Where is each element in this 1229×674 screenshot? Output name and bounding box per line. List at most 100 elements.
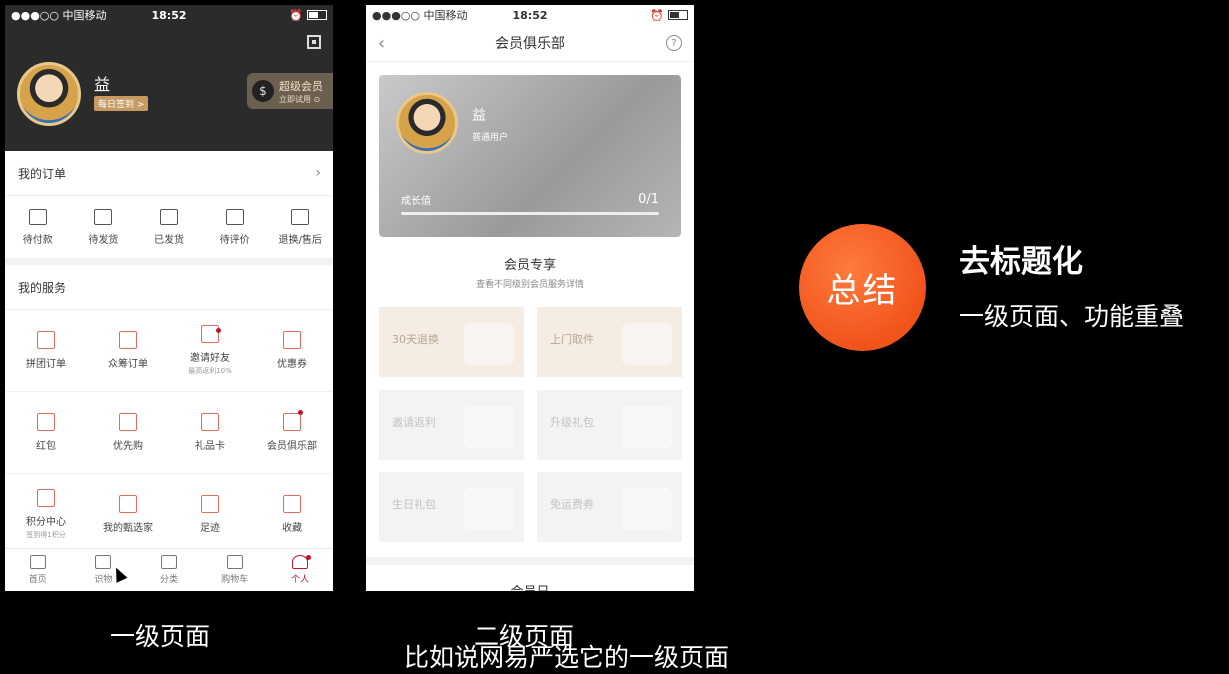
- vip-trial: 立即试用 ⊙: [279, 94, 321, 104]
- service-item[interactable]: 优先购: [87, 392, 169, 474]
- order-item[interactable]: 待评价: [202, 196, 268, 258]
- order-item-label: 待付款: [22, 234, 53, 246]
- service-item[interactable]: 优惠券: [251, 310, 333, 392]
- daily-checkin-button[interactable]: 每日签到 >: [94, 96, 149, 111]
- exclusive-subtitle[interactable]: 查看不同级别会员服务详情: [366, 277, 694, 290]
- service-item[interactable]: 足迹: [169, 474, 251, 556]
- service-item[interactable]: 积分中心签到得1积分: [5, 474, 87, 556]
- tab-discover[interactable]: 识物: [71, 549, 137, 591]
- service-item-label: 邀请好友: [190, 353, 230, 364]
- perk-upgrade-gift[interactable]: 升级礼包: [537, 390, 682, 460]
- coupon-icon: [283, 331, 301, 349]
- tab-label: 分类: [159, 575, 178, 585]
- status-bar: ●●●○○ 中国移动 18:52 ⏰: [366, 5, 694, 25]
- profile-header: ●●●○○ 中国移动 18:52 ⏰ 益 每日签到 > $ 超级会员 立即试用 …: [5, 5, 333, 151]
- order-item-label: 已发货: [153, 234, 184, 246]
- growth-label: 成长值: [401, 196, 431, 207]
- refund-icon: [291, 208, 310, 225]
- time-label: 18:52: [151, 8, 187, 22]
- box-icon: [94, 208, 113, 225]
- crowdfund-icon: [119, 331, 137, 349]
- member-name: 益: [472, 108, 486, 124]
- perk-label: 30天退换: [392, 333, 439, 346]
- service-item[interactable]: 我的甄选家: [87, 474, 169, 556]
- service-item-label: 足迹: [200, 523, 220, 534]
- member-card[interactable]: 益 普通用户 成长值 0/1: [379, 75, 681, 237]
- service-item-label: 会员俱乐部: [267, 441, 317, 452]
- summary-badge: 总结: [799, 224, 926, 351]
- help-icon[interactable]: ?: [666, 35, 682, 51]
- service-item-label: 优惠券: [277, 359, 307, 370]
- my-services-title: 我的服务: [18, 280, 67, 295]
- service-item[interactable]: 红包: [5, 392, 87, 474]
- perk-pickup[interactable]: 上门取件: [537, 307, 682, 377]
- battery-icon: [668, 10, 688, 20]
- qrcode-icon[interactable]: [307, 35, 321, 49]
- status-bar: ●●●○○ 中国移动 18:52 ⏰: [5, 5, 333, 25]
- my-orders-header[interactable]: 我的订单 ›: [5, 151, 333, 196]
- tab-label: 首页: [28, 575, 47, 585]
- service-item[interactable]: 众筹订单: [87, 310, 169, 392]
- order-item[interactable]: 待付款: [5, 196, 71, 258]
- perk-birthday-gift[interactable]: 生日礼包: [379, 472, 524, 542]
- perk-free-shipping[interactable]: 免运费券: [537, 472, 682, 542]
- home-icon: [29, 555, 46, 569]
- red-packet-icon: [37, 413, 55, 431]
- tab-cart[interactable]: 购物车: [202, 549, 268, 591]
- tab-home[interactable]: 首页: [5, 549, 71, 591]
- order-item[interactable]: 已发货: [136, 196, 202, 258]
- service-item-label: 优先购: [113, 441, 143, 452]
- my-orders-title: 我的订单: [18, 166, 67, 181]
- avatar[interactable]: [17, 62, 81, 126]
- username: 益: [94, 75, 111, 94]
- service-item-label: 积分中心: [26, 517, 66, 528]
- caption-level1: 一级页面: [110, 622, 211, 651]
- service-item-sublabel: 最高返利10%: [188, 367, 232, 375]
- section-divider: [366, 557, 694, 565]
- service-item-sublabel: 签到得1积分: [26, 531, 66, 539]
- exclusive-title: 会员专享: [503, 258, 556, 273]
- growth-progress-bar: [401, 212, 659, 215]
- order-item[interactable]: 待发货: [71, 196, 137, 258]
- service-item[interactable]: 收藏: [251, 474, 333, 556]
- service-item[interactable]: 会员俱乐部: [251, 392, 333, 474]
- service-item-label: 拼团订单: [26, 359, 66, 370]
- dollar-icon: $: [252, 80, 274, 102]
- service-item-label: 红包: [36, 441, 56, 452]
- perk-invite-rebate[interactable]: 邀请返利: [379, 390, 524, 460]
- member-level: 普通用户: [472, 133, 509, 143]
- perk-label: 邀请返利: [392, 416, 436, 429]
- perk-label: 免运费券: [550, 498, 594, 511]
- service-item-label: 礼品卡: [195, 441, 225, 452]
- order-item-label: 待评价: [219, 234, 250, 246]
- order-item[interactable]: 退换/售后: [267, 196, 333, 258]
- tab-label: 识物: [94, 575, 113, 585]
- services-grid: 拼团订单 众筹订单 邀请好友最高返利10% 优惠券红包 优先购 礼品卡 会员俱乐部积分中心签…: [5, 310, 333, 556]
- tab-category[interactable]: 分类: [136, 549, 202, 591]
- tab-label: 个人: [291, 575, 310, 585]
- discover-icon: [95, 555, 112, 569]
- chevron-right-icon: ›: [315, 165, 321, 181]
- service-item[interactable]: 邀请好友最高返利10%: [169, 310, 251, 392]
- notification-dot: [306, 555, 312, 560]
- diamond-icon: [119, 495, 137, 513]
- subtitle-caption: 比如说网易严选它的一级页面: [404, 643, 730, 672]
- back-icon[interactable]: ‹: [378, 33, 385, 54]
- super-vip-button[interactable]: $ 超级会员 立即试用 ⊙: [247, 73, 333, 109]
- category-icon: [160, 555, 177, 569]
- service-item[interactable]: 拼团订单: [5, 310, 87, 392]
- notification-dot: [216, 328, 221, 333]
- time-label: 18:52: [512, 8, 548, 22]
- page-title: 会员俱乐部: [495, 36, 565, 52]
- tab-profile[interactable]: 个人: [267, 549, 333, 591]
- gift-card-icon: [201, 413, 219, 431]
- summary-subtitle: 一级页面、功能重叠: [959, 302, 1185, 331]
- level2-page-screen: ●●●○○ 中国移动 18:52 ⏰ ‹ 会员俱乐部 ? 益 普通用户 成长值 …: [366, 5, 694, 591]
- wallet-icon: [28, 208, 47, 225]
- battery-icon: [307, 10, 327, 20]
- truck-icon: [159, 208, 178, 225]
- member-day-title: 会员日: [366, 581, 694, 591]
- service-item-label: 众筹订单: [108, 359, 148, 370]
- perk-30day-return[interactable]: 30天退换: [379, 307, 524, 377]
- service-item[interactable]: 礼品卡: [169, 392, 251, 474]
